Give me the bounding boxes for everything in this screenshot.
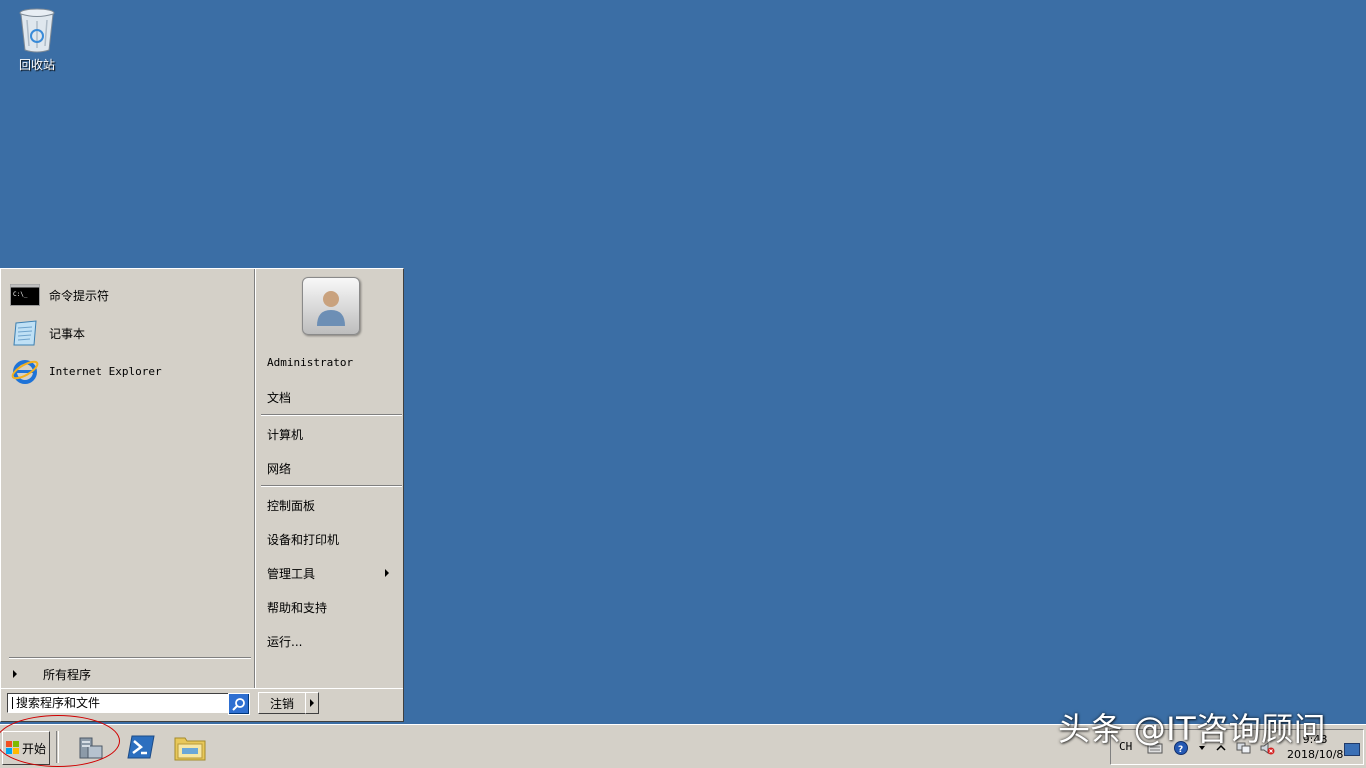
windows-logo-icon	[5, 741, 19, 754]
cmd-icon: C:\_	[9, 281, 41, 309]
svg-text:C:\_: C:\_	[13, 291, 28, 298]
explorer-icon	[174, 737, 206, 761]
start-menu-programs-pane: C:\_ 命令提示符 记事本 Internet Explorer 所有程序	[3, 271, 253, 688]
search-button[interactable]	[228, 693, 250, 715]
program-cmd[interactable]: C:\_ 命令提示符	[9, 279, 249, 311]
chevron-right-icon	[385, 569, 389, 577]
menu-item-admin-tools[interactable]: 管理工具	[267, 565, 397, 582]
start-menu-places-pane: Administrator 文档 计算机 网络 控制面板 设备和打印机 管理工具…	[254, 269, 404, 688]
all-programs-item[interactable]: 所有程序	[9, 664, 249, 684]
menu-item-documents[interactable]: 文档	[267, 389, 291, 406]
notepad-icon	[9, 319, 41, 347]
shutdown-options-button[interactable]	[305, 692, 319, 714]
menu-item-devices-printers[interactable]: 设备和打印机	[267, 531, 339, 548]
recycle-bin-label: 回收站	[18, 58, 55, 72]
start-button[interactable]: 开始	[2, 731, 50, 765]
menu-item-run[interactable]: 运行...	[267, 633, 302, 650]
places-divider	[261, 414, 402, 416]
program-label: Internet Explorer	[49, 364, 162, 378]
program-label: 命令提示符	[49, 288, 110, 303]
show-desktop-button[interactable]	[1344, 743, 1360, 756]
recycle-bin[interactable]: 回收站	[8, 6, 66, 73]
chevron-right-icon	[310, 699, 314, 707]
taskbar-powershell[interactable]	[124, 730, 158, 764]
powershell-icon	[127, 735, 155, 759]
start-menu-bottom-bar: 搜索程序和文件 注销	[1, 688, 403, 722]
admin-tools-label: 管理工具	[267, 567, 316, 581]
search-placeholder: 搜索程序和文件	[16, 696, 101, 710]
menu-item-computer[interactable]: 计算机	[267, 426, 303, 443]
logoff-button[interactable]: 注销	[258, 692, 306, 714]
recycle-bin-icon	[19, 8, 55, 53]
user-avatar[interactable]	[302, 277, 360, 335]
taskbar-explorer[interactable]	[173, 730, 207, 764]
taskbar-server-manager[interactable]	[74, 730, 108, 764]
places-divider	[261, 485, 402, 487]
start-label: 开始	[21, 741, 46, 756]
user-name[interactable]: Administrator	[267, 356, 353, 369]
watermark: 头条 @IT咨询顾问	[1058, 710, 1327, 748]
search-input[interactable]: 搜索程序和文件	[7, 693, 231, 713]
search-icon	[232, 698, 245, 711]
ie-icon	[9, 357, 41, 385]
chevron-right-icon	[13, 670, 17, 678]
user-icon	[317, 291, 345, 326]
server-manager-icon	[79, 737, 103, 759]
program-internet-explorer[interactable]: Internet Explorer	[9, 355, 249, 387]
menu-item-control-panel[interactable]: 控制面板	[267, 497, 315, 514]
taskbar-divider	[56, 731, 59, 763]
menu-item-help-support[interactable]: 帮助和支持	[267, 599, 327, 616]
program-notepad[interactable]: 记事本	[9, 317, 249, 349]
menu-item-network[interactable]: 网络	[267, 460, 291, 477]
all-programs-label: 所有程序	[43, 667, 92, 682]
program-label: 记事本	[49, 326, 86, 341]
start-menu: C:\_ 命令提示符 记事本 Internet Explorer 所有程序 Ad…	[0, 268, 404, 722]
programs-divider	[9, 657, 251, 659]
